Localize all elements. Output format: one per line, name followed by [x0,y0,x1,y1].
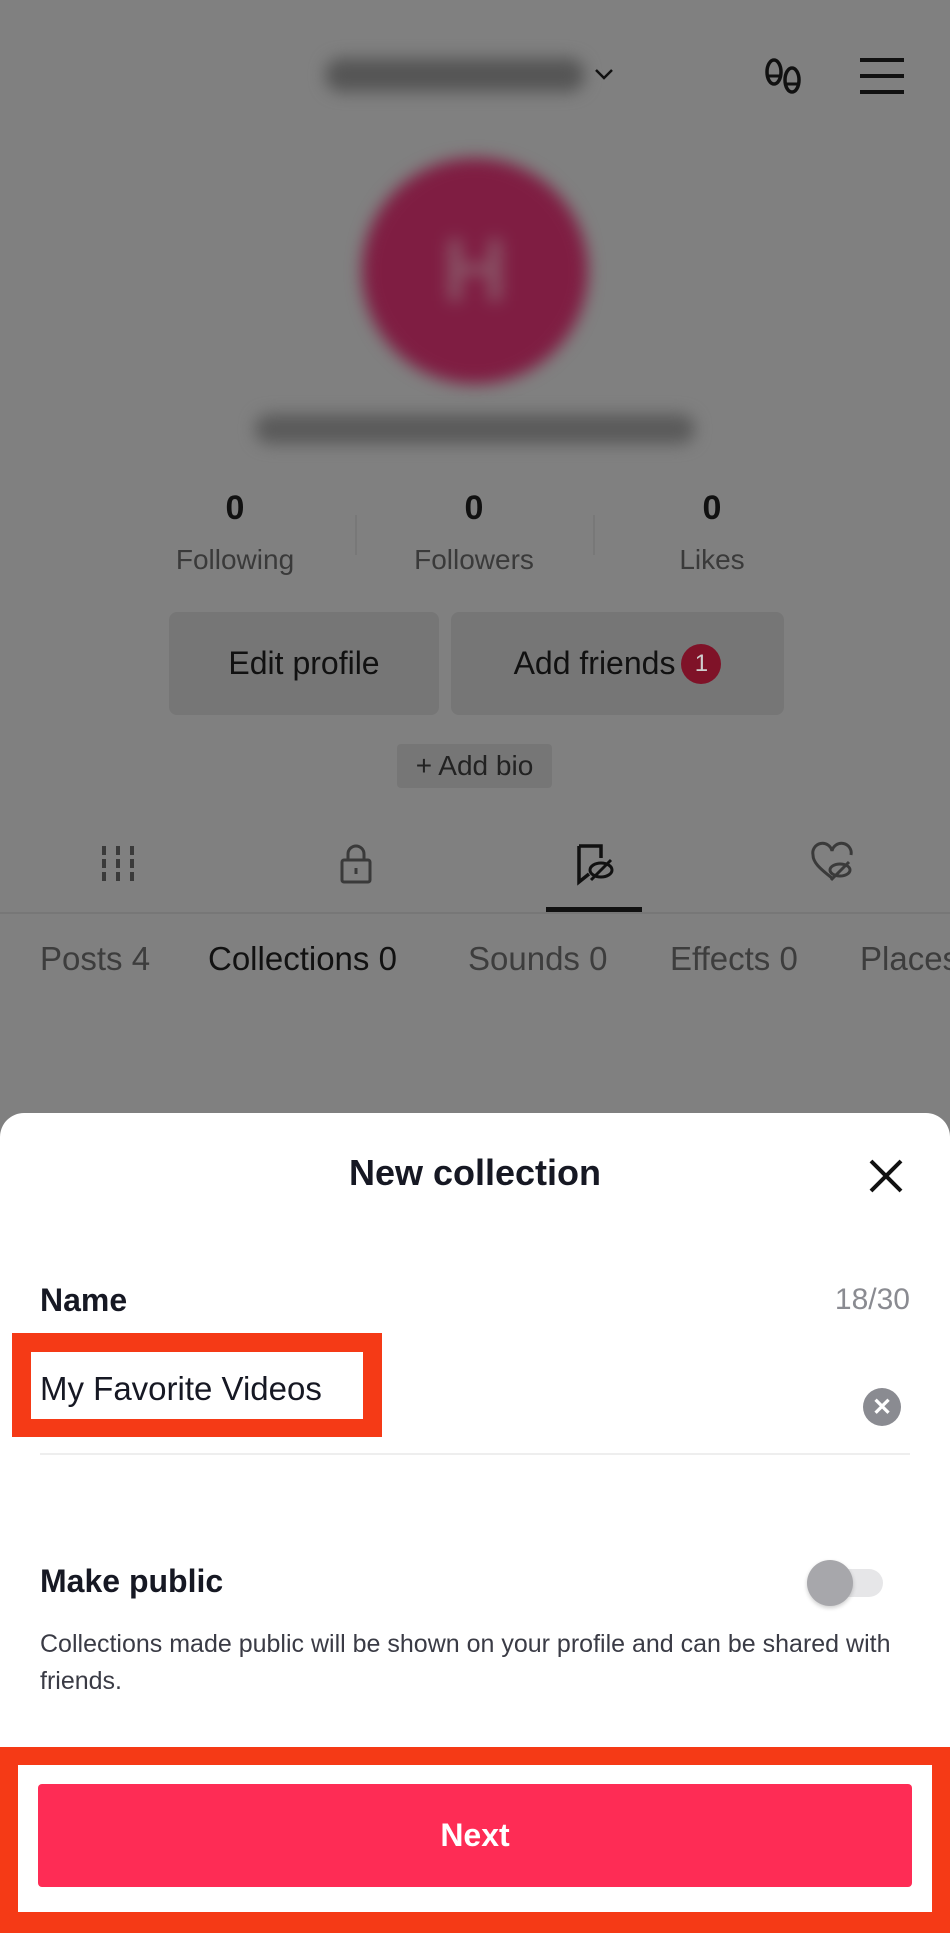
name-label: Name [40,1282,128,1318]
close-icon[interactable] [866,1156,906,1196]
add-friends-button[interactable]: Add friends 1 [451,612,784,715]
stat-label: Followers [414,544,534,575]
footprints-icon[interactable] [758,52,808,102]
tab-collections[interactable]: Collections 0 [208,940,397,978]
lock-icon[interactable] [333,840,379,886]
chevron-down-icon[interactable] [592,62,616,86]
character-counter: 18/30 [834,1283,910,1316]
clear-input-icon[interactable]: ✕ [863,1388,901,1426]
make-public-description: Collections made public will be shown on… [40,1630,891,1695]
tab-effects[interactable]: Effects 0 [670,940,798,978]
divider [593,515,595,555]
make-public-label: Make public [40,1563,224,1599]
button-label: Edit profile [228,645,380,681]
grid-icon[interactable] [95,840,141,886]
menu-icon[interactable] [858,56,906,96]
collection-name-input[interactable] [40,1370,360,1408]
add-bio-button[interactable]: + Add bio [397,744,552,788]
handle-blurred [255,414,695,444]
next-button[interactable]: Next [38,1784,912,1887]
divider [355,515,357,555]
notification-badge: 1 [681,643,722,684]
sheet-title: New collection [348,1152,602,1193]
bookmark-hidden-icon[interactable] [571,840,617,886]
tab-posts[interactable]: Posts 4 [40,940,150,978]
tab-places[interactable]: Places [860,940,950,978]
stat-likes[interactable]: 0 Likes [612,488,812,576]
divider [0,912,950,914]
stat-label: Following [175,544,295,575]
make-public-toggle[interactable] [807,1560,887,1606]
stat-label: Likes [679,544,745,575]
heart-hidden-icon[interactable] [809,840,855,886]
avatar[interactable]: H [362,158,588,384]
tab-sounds[interactable]: Sounds 0 [468,940,607,978]
stat-value: 0 [702,489,722,527]
input-underline [40,1453,910,1455]
stat-value: 0 [225,489,245,527]
username-blurred[interactable] [325,58,585,92]
stat-value: 0 [464,489,484,527]
button-label: Add friends [513,645,676,681]
stat-followers[interactable]: 0 Followers [374,488,574,576]
edit-profile-button[interactable]: Edit profile [169,612,439,715]
stat-following[interactable]: 0 Following [135,488,335,576]
